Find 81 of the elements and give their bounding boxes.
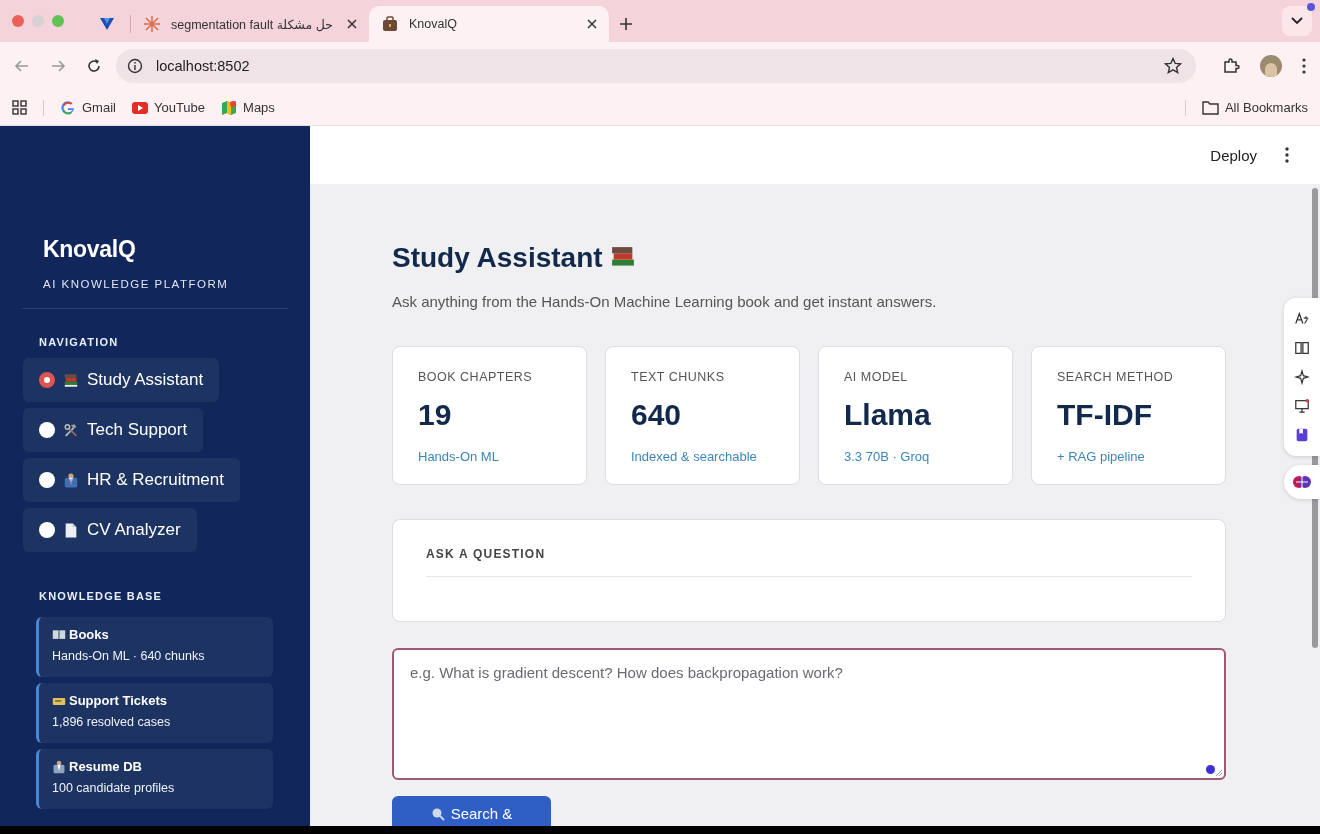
more-icon[interactable]: [1285, 147, 1289, 163]
presentation-icon[interactable]: [1294, 398, 1310, 415]
office-worker-icon: [52, 759, 66, 774]
section-heading: ASK A QUESTION: [426, 547, 547, 561]
reload-icon[interactable]: [86, 58, 102, 74]
tools-icon: [63, 421, 79, 439]
sparkle-icon[interactable]: [1294, 368, 1310, 385]
section-heading: KNOWLEDGE BASE: [39, 590, 164, 602]
card-title: Resume DB: [69, 759, 142, 774]
radio-button[interactable]: [39, 372, 55, 388]
bookmark-icon[interactable]: [1294, 427, 1310, 444]
address-text: localhost:8502: [156, 58, 250, 74]
bookmark[interactable]: Maps: [221, 99, 275, 116]
avatar[interactable]: [1260, 55, 1282, 77]
office-worker-icon: [63, 471, 79, 489]
new-tab-icon[interactable]: [619, 17, 633, 31]
stat-label: SEARCH METHOD: [1057, 370, 1175, 384]
brand-name: KnovalQ: [43, 236, 137, 263]
back-icon[interactable]: [14, 58, 30, 74]
star-icon[interactable]: [1164, 57, 1182, 75]
close-icon[interactable]: [347, 19, 357, 29]
stat-value: Llama: [844, 398, 932, 432]
nav-item[interactable]: HR & Recruitment: [23, 458, 240, 502]
open-book-icon: [52, 627, 66, 642]
card-detail: 1,896 resolved cases: [52, 715, 172, 729]
puzzle-icon[interactable]: [1222, 57, 1240, 75]
info-icon[interactable]: [127, 58, 143, 74]
all-bookmarks-button[interactable]: All Bookmarks: [1201, 100, 1308, 115]
books-icon: [63, 371, 79, 389]
book-icon[interactable]: [1294, 339, 1310, 356]
status-dot: [1206, 765, 1215, 774]
resize-handle-icon[interactable]: [1215, 769, 1223, 777]
notification-dot: [1307, 3, 1315, 11]
more-icon[interactable]: [1302, 58, 1306, 74]
folder-icon: [1201, 100, 1219, 115]
play-icon: [131, 99, 148, 116]
nav-item[interactable]: CV Analyzer: [23, 508, 197, 552]
question-field[interactable]: e.g. What is gradient descent? How does backpropagation work?: [392, 648, 1226, 780]
radio-button[interactable]: [39, 522, 55, 538]
document-icon: [63, 521, 79, 539]
section-heading: NAVIGATION: [39, 336, 120, 348]
card-detail: 100 candidate profiles: [52, 781, 176, 795]
briefcase-icon: [381, 15, 399, 33]
chevron-down-icon: [1291, 17, 1303, 25]
stat-note: Hands-On ML: [418, 449, 500, 464]
nav-item[interactable]: Study Assistant: [23, 358, 220, 402]
radio-button[interactable]: [39, 472, 55, 488]
card-detail: Hands-On ML · 640 chunks: [52, 649, 206, 663]
nav-item[interactable]: Tech Support: [23, 408, 204, 452]
stat-value: 640: [631, 398, 683, 432]
map-icon: [221, 99, 238, 116]
g-logo-icon: [60, 99, 76, 116]
browser-tab[interactable]: حل مشكلة segmentation fault: [131, 6, 369, 42]
stat-value: 19: [418, 398, 453, 432]
card-title: Support Tickets: [69, 693, 167, 708]
close-icon[interactable]: [587, 19, 597, 29]
sunburst-icon: [143, 15, 161, 33]
page-title: Study Assistant: [392, 242, 603, 274]
page-subtitle: Ask anything from the Hands-On Machine Learning book and get instant answers.: [392, 293, 938, 310]
stat-value: TF-IDF: [1057, 398, 1153, 432]
browser-tab[interactable]: KnovalQ: [369, 6, 609, 42]
stat-label: AI MODEL: [844, 370, 909, 384]
stat-note: + RAG pipeline: [1057, 449, 1146, 464]
apps-icon[interactable]: [12, 100, 27, 115]
card-title: Books: [69, 627, 109, 642]
bookmark[interactable]: Gmail: [60, 99, 116, 116]
magnifier-icon: [430, 806, 445, 821]
letters-icon[interactable]: [1294, 310, 1310, 327]
radio-button[interactable]: [39, 422, 55, 438]
bookmark[interactable]: YouTube: [131, 99, 206, 116]
search-button[interactable]: Search &: [392, 796, 551, 826]
brain-button[interactable]: [1284, 465, 1320, 499]
stat-note: Indexed & searchable: [631, 449, 758, 464]
stat-label: BOOK CHAPTERS: [418, 370, 534, 384]
stat-note: 3.3 70B · Groq: [844, 449, 931, 464]
stat-label: TEXT CHUNKS: [631, 370, 726, 384]
deploy-button[interactable]: Deploy: [1204, 142, 1263, 168]
tagline: AI KNOWLEDGE PLATFORM: [43, 278, 230, 290]
tab-search-button[interactable]: [1282, 6, 1312, 36]
forward-icon[interactable]: [50, 58, 66, 74]
address-bar[interactable]: localhost:8502: [116, 49, 1196, 83]
